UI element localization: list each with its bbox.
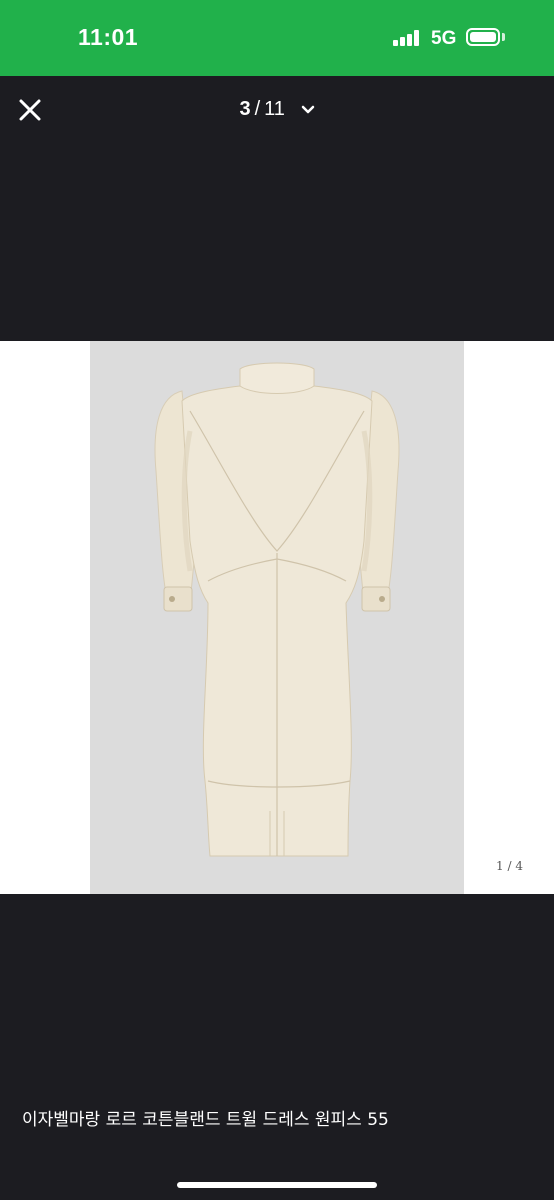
- battery-icon: [466, 28, 500, 46]
- product-image[interactable]: 1 / 4: [0, 341, 554, 894]
- image-counter-dropdown[interactable]: 3/11: [0, 98, 554, 121]
- counter-separator: /: [254, 98, 261, 120]
- total-image-count: 11: [264, 98, 285, 120]
- slide-indicator: 1 / 4: [496, 859, 523, 873]
- product-caption: 이자벨마랑 로르 코튼블랜드 트윌 드레스 원피스 55: [22, 1110, 389, 1130]
- dress-illustration: [154, 362, 400, 857]
- current-image-number: 3: [239, 98, 251, 120]
- network-type: 5G: [431, 28, 457, 49]
- home-indicator[interactable]: [177, 1182, 377, 1188]
- cellular-signal-icon: [393, 30, 421, 46]
- slide-total: 4: [515, 859, 523, 873]
- slide-separator: /: [507, 859, 512, 873]
- battery-cap: [502, 33, 505, 41]
- slide-current: 1: [496, 859, 504, 873]
- status-time: 11:01: [78, 24, 139, 50]
- status-bar: 11:01 5G: [0, 0, 554, 76]
- viewer-header: 3/11: [0, 76, 554, 142]
- photo-background: [90, 341, 464, 894]
- chevron-down-icon: [301, 105, 314, 113]
